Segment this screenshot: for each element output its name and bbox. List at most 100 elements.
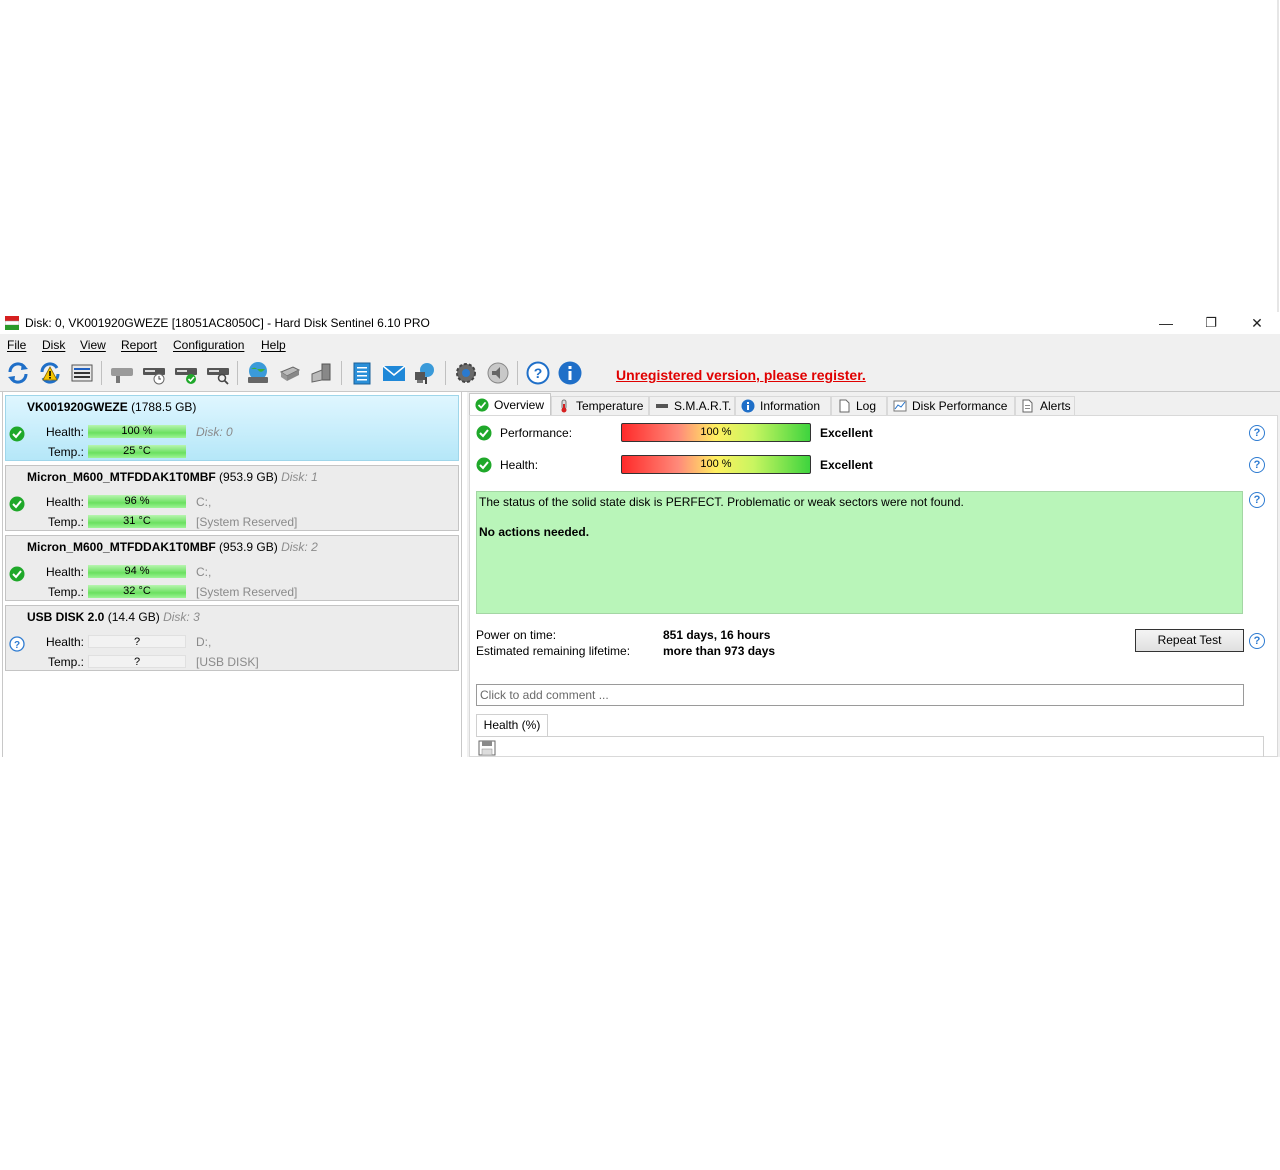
disk-entry-3[interactable]: USB DISK 2.0 (14.4 GB) Disk: 3 ? Health:… (5, 605, 459, 671)
disk-number: Disk: 2 (281, 540, 318, 554)
performance-rating: Excellent (820, 426, 873, 440)
toolbar-separator (341, 361, 342, 385)
tab-smart[interactable]: S.M.A.R.T. (649, 396, 735, 415)
menu-configuration[interactable]: Configuration (173, 338, 244, 352)
tab-label: Alerts (1040, 399, 1071, 413)
document-icon (839, 399, 850, 413)
performance-bar: 100 % (621, 423, 811, 442)
refresh-warning-icon[interactable] (37, 360, 63, 386)
menu-disk[interactable]: Disk (42, 338, 65, 352)
globe-disk-icon[interactable] (245, 360, 271, 386)
svg-text:?: ? (14, 640, 20, 651)
disk-list-panel: VK001920GWEZE (1788.5 GB) Health: 100 % … (2, 392, 462, 757)
tab-strip: Overview Temperature S.M.A.R.T. Informat… (467, 392, 1280, 416)
tab-alerts[interactable]: Alerts (1015, 396, 1075, 415)
disk-check-icon[interactable] (173, 360, 199, 386)
title-bar: Disk: 0, VK001920GWEZE [18051AC8050C] - … (0, 312, 1280, 334)
help-icon[interactable]: ? (1249, 633, 1265, 649)
status-text: The status of the solid state disk is PE… (479, 495, 964, 509)
power-on-value: 851 days, 16 hours (663, 628, 771, 642)
restore-button[interactable]: ❐ (1188, 312, 1234, 334)
tab-label: Temperature (576, 399, 644, 413)
toolbar: ? Unregistered version, please register. (0, 355, 1280, 392)
tab-label: S.M.A.R.T. (674, 399, 732, 413)
ok-check-icon (475, 398, 489, 412)
comment-input[interactable]: Click to add comment ... (476, 684, 1244, 706)
menu-report[interactable]: Report (121, 338, 157, 352)
disk-entry-1[interactable]: Micron_M600_MTFDDAK1T0MBF (953.9 GB) Dis… (5, 465, 459, 531)
temp-label: Temp.: (47, 585, 84, 599)
help-icon[interactable]: ? (1249, 457, 1265, 473)
chart-icon (893, 400, 907, 412)
menu-view[interactable]: View (80, 338, 106, 352)
email-icon[interactable] (381, 360, 407, 386)
disk-name: Micron_M600_MTFDDAK1T0MBF (27, 540, 216, 554)
thermometer-icon (561, 399, 567, 413)
health-bar: 100 % (621, 455, 811, 474)
disk-size: (1788.5 GB) (131, 400, 197, 414)
unknown-status-icon: ? (9, 636, 25, 652)
temp-label: Temp.: (47, 515, 84, 529)
drive-letters: D:, (196, 635, 212, 649)
notes-icon[interactable] (349, 360, 375, 386)
disk-title: VK001920GWEZE (1788.5 GB) (27, 400, 196, 414)
drive-letters: C:, (196, 565, 212, 579)
overview-tab-content: Performance: 100 % Excellent ? Health: 1… (469, 415, 1278, 757)
svg-text:?: ? (534, 365, 543, 381)
save-icon[interactable] (478, 740, 496, 756)
lifetime-label: Estimated remaining lifetime: (476, 644, 631, 658)
tab-health-percent[interactable]: Health (%) (476, 714, 548, 736)
menu-help[interactable]: Help (261, 338, 286, 352)
close-button[interactable]: ✕ (1234, 312, 1280, 334)
help-icon[interactable]: ? (525, 360, 551, 386)
ok-check-icon (9, 566, 25, 582)
health-bar: ? (88, 635, 186, 648)
disk-title: Micron_M600_MTFDDAK1T0MBF (953.9 GB) Dis… (27, 470, 318, 484)
tab-overview[interactable]: Overview (469, 393, 551, 416)
help-icon[interactable]: ? (1249, 492, 1265, 508)
sound-icon[interactable] (485, 360, 511, 386)
usb-disk-icon[interactable] (277, 360, 303, 386)
disk-size: (953.9 GB) (219, 540, 278, 554)
toolbar-separator (445, 361, 446, 385)
health-label: Health: (45, 635, 84, 649)
tab-log[interactable]: Log (831, 396, 887, 415)
disk-title: Micron_M600_MTFDDAK1T0MBF (953.9 GB) Dis… (27, 540, 318, 554)
settings-icon[interactable] (453, 360, 479, 386)
tab-information[interactable]: Information (735, 396, 831, 415)
disk-entry-2[interactable]: Micron_M600_MTFDDAK1T0MBF (953.9 GB) Dis… (5, 535, 459, 601)
health-label: Health: (500, 458, 539, 472)
minimize-button[interactable]: — (1143, 312, 1189, 334)
health-rating: Excellent (820, 458, 873, 472)
external-disk-icon[interactable] (309, 360, 335, 386)
disk-size: (953.9 GB) (219, 470, 278, 484)
network-icon[interactable] (413, 360, 439, 386)
disk-name: USB DISK 2.0 (27, 610, 105, 624)
status-action: No actions needed. (479, 525, 590, 539)
tab-label: Overview (494, 398, 545, 412)
tab-label: Information (760, 399, 821, 413)
repeat-test-button[interactable]: Repeat Test (1135, 629, 1244, 652)
refresh-icon[interactable] (5, 360, 31, 386)
disk-size: (14.4 GB) (107, 610, 160, 624)
status-box: The status of the solid state disk is PE… (476, 491, 1243, 614)
power-on-label: Power on time: (476, 628, 557, 642)
help-icon[interactable]: ? (1249, 425, 1265, 441)
temp-bar: 25 °C (88, 445, 186, 458)
disk-title: USB DISK 2.0 (14.4 GB) Disk: 3 (27, 610, 200, 624)
menu-file[interactable]: File (7, 338, 26, 352)
disk-search-icon[interactable] (205, 360, 231, 386)
health-bar: 94 % (88, 565, 186, 578)
disk-gray-icon[interactable] (109, 360, 135, 386)
tab-label: Log (856, 399, 877, 413)
register-link[interactable]: Unregistered version, please register. (616, 367, 866, 383)
disk-clock-icon[interactable] (141, 360, 167, 386)
disk-entry-0[interactable]: VK001920GWEZE (1788.5 GB) Health: 100 % … (5, 395, 459, 461)
lifetime-value: more than 973 days (663, 644, 776, 658)
tab-disk-performance[interactable]: Disk Performance (887, 396, 1015, 415)
ok-check-icon (9, 496, 25, 512)
tab-temperature[interactable]: Temperature (551, 396, 649, 415)
app-window: Disk: 0, VK001920GWEZE [18051AC8050C] - … (0, 312, 1280, 757)
disk-info-icon[interactable] (69, 360, 95, 386)
info-icon[interactable] (557, 360, 583, 386)
